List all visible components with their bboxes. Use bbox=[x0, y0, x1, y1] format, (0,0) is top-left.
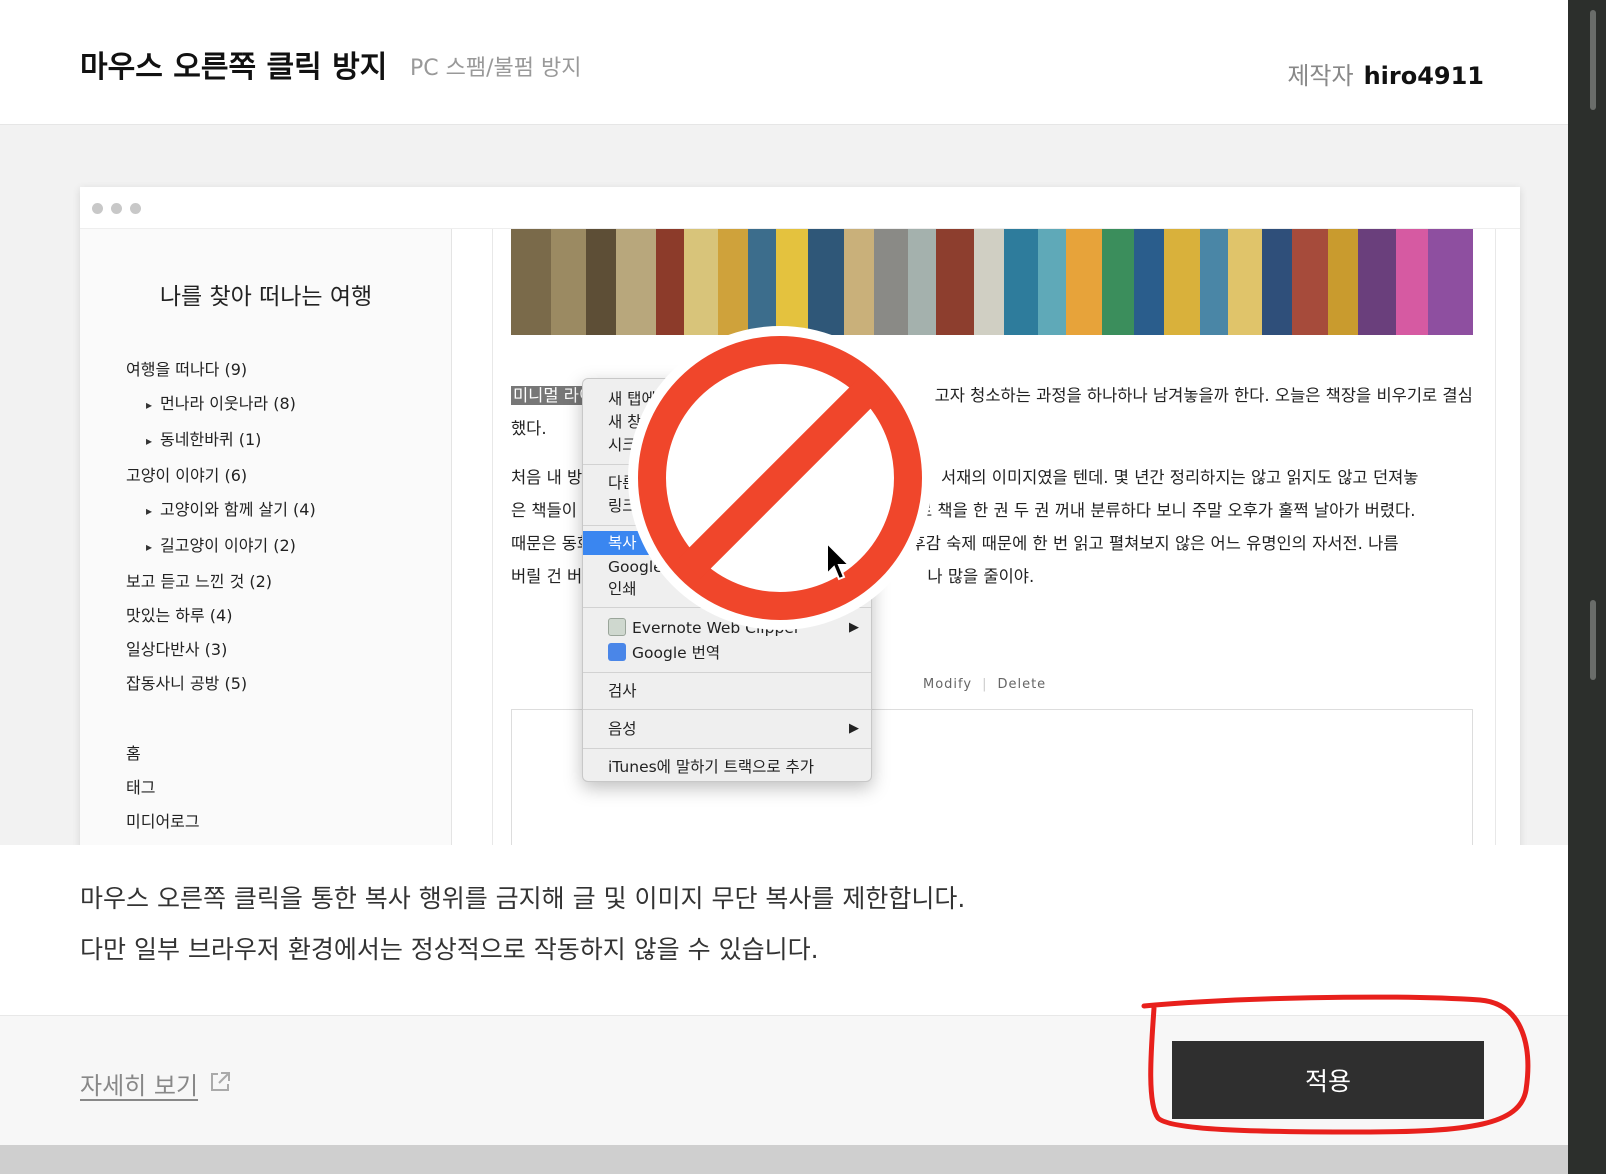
category-item: 길고양이 이야기 (2) bbox=[146, 532, 296, 556]
menu-item: Google 번역 bbox=[583, 641, 871, 665]
menu-separator bbox=[583, 672, 871, 673]
menu-separator bbox=[583, 709, 871, 710]
blog-title: 나를 찾아 떠나는 여행 bbox=[159, 284, 373, 310]
scrollbar-thumb[interactable] bbox=[1590, 600, 1596, 680]
detail-link[interactable]: 자세히 보기 bbox=[80, 1066, 198, 1101]
menu-item: 음성 ▶ bbox=[583, 717, 871, 741]
maker-name: hiro4911 bbox=[1363, 62, 1484, 90]
category-item: 여행을 떠나다 (9) bbox=[126, 360, 248, 379]
nav-link: 미디어로그 bbox=[126, 812, 200, 831]
category-item: 맛있는 하루 (4) bbox=[126, 606, 233, 625]
description-line: 다만 일부 브라우저 환경에서는 정상적으로 작동하지 않을 수 있습니다. bbox=[80, 935, 819, 964]
description-line: 마우스 오른쪽 클릭을 통한 복사 행위를 금지해 글 및 이미지 무단 복사를… bbox=[80, 884, 966, 913]
category-item: 보고 듣고 느낀 것 (2) bbox=[126, 572, 273, 591]
nav-link: 태그 bbox=[126, 778, 156, 797]
apply-button[interactable]: 적용 bbox=[1172, 1041, 1484, 1119]
category-item: 잡동사니 공방 (5) bbox=[126, 674, 248, 693]
right-edge-panel bbox=[1568, 0, 1606, 1174]
plugin-description: 마우스 오른쪽 클릭을 통한 복사 행위를 금지해 글 및 이미지 무단 복사를… bbox=[0, 845, 1568, 1015]
modify-link: Modify bbox=[923, 677, 973, 692]
submenu-arrow-icon: ▶ bbox=[849, 721, 859, 736]
category-item: 동네한바퀴 (1) bbox=[146, 426, 261, 450]
blog-sidebar: 나를 찾아 떠나는 여행 여행을 떠나다 (9) 먼나라 이웃나라 (8) 동네… bbox=[80, 229, 452, 845]
menu-item: 검사 bbox=[608, 682, 637, 700]
category-item: 고양이 이야기 (6) bbox=[126, 466, 248, 485]
post-actions: Modify | Delete bbox=[923, 677, 1047, 692]
mouse-cursor-icon bbox=[826, 542, 852, 581]
plugin-footer: 자세히 보기 적용 bbox=[0, 1015, 1568, 1145]
nav-link: 홈 bbox=[126, 744, 141, 763]
menu-separator bbox=[583, 748, 871, 749]
window-dot-icon bbox=[92, 203, 103, 214]
scrollbar-thumb[interactable] bbox=[1590, 10, 1596, 110]
window-dot-icon bbox=[130, 203, 141, 214]
page-bottom-strip bbox=[0, 1145, 1568, 1174]
window-dot-icon bbox=[111, 203, 122, 214]
plugin-category: PC 스팸/불펌 방지 bbox=[410, 56, 582, 81]
plugin-header: 마우스 오른쪽 클릭 방지 PC 스팸/불펌 방지 제작자 hiro4911 bbox=[0, 0, 1568, 125]
external-link-icon[interactable] bbox=[208, 1070, 232, 1094]
menu-item: iTunes에 말하기 트랙으로 추가 bbox=[608, 758, 815, 776]
maker-info: 제작자 hiro4911 bbox=[1287, 56, 1484, 91]
category-item: 일상다반사 (3) bbox=[126, 640, 228, 659]
google-translate-icon bbox=[608, 643, 626, 661]
category-item: 먼나라 이웃나라 (8) bbox=[146, 390, 296, 414]
delete-link: Delete bbox=[997, 677, 1047, 692]
browser-titlebar bbox=[80, 187, 1520, 229]
maker-label: 제작자 bbox=[1287, 62, 1354, 90]
prohibited-icon bbox=[628, 326, 932, 630]
category-item: 고양이와 함께 살기 (4) bbox=[146, 496, 316, 520]
plugin-title: 마우스 오른쪽 클릭 방지 bbox=[80, 50, 388, 85]
